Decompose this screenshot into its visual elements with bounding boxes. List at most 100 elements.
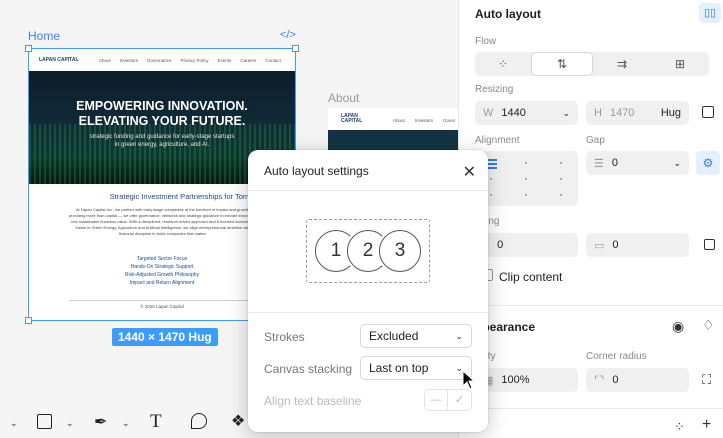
gap-value: 0 [611,157,618,169]
opacity-field[interactable]: ▦ 100% [475,368,578,392]
stacking-preview: 1 2 3 [306,219,430,283]
individual-corners-icon[interactable]: ⛶ [702,372,711,388]
site-nav-links: About Investors Governance Privacy Policy Ev… [99,58,281,63]
align-dot [560,162,562,164]
align-dot [525,162,527,164]
align-dot [525,178,527,180]
auto-layout-toggle-icon[interactable]: ▯▯ [699,3,721,23]
about-nav-link: Gover [443,118,456,123]
padding-vertical-icon: ▭ [594,239,605,252]
footer-divider [69,300,257,301]
pen-tool-icon[interactable]: ✒ [94,412,107,432]
align-text-baseline-label: Align text baseline [264,394,362,408]
alignment-grid[interactable] [475,151,578,206]
advanced-layout-settings-icon[interactable]: ⚙ [696,151,720,175]
height-field[interactable]: H 1470 Hug [586,101,689,125]
visibility-eye-icon[interactable]: ◉ [672,318,684,335]
corner-radius-icon: ⌜⌝ [594,374,605,387]
corner-radius-label: Corner radius [586,351,647,362]
site-nav-link: Investors [119,57,139,63]
opacity-value: 100% [501,374,530,386]
gap-field[interactable]: ☰ 0 ⌄ [586,151,689,175]
move-tool-chevron-icon[interactable]: ⌄ [10,418,18,429]
about-frame-label[interactable]: About [328,91,359,105]
canvas-stacking-value: Last on top [369,361,429,375]
flow-vertical-icon[interactable]: ⇅ [531,52,593,76]
baseline-off-icon[interactable]: — [425,390,449,410]
home-frame-label[interactable]: Home [28,29,60,43]
site-nav-link: Careers [240,57,257,63]
dialog-divider [248,312,488,313]
hero-subtitle-line-2: in green energy, agriculture, and AI. [114,142,210,148]
flow-segmented-control: ⁘ ⇅ ⇉ ⊞ [475,52,709,76]
site-nav-link: Governance [147,57,172,63]
properties-panel: Auto layout ▯▯ Flow ⁘ ⇅ ⇉ ⊞ Resizing W 1… [458,0,723,438]
strokes-value: Excluded [369,329,419,343]
close-icon[interactable]: ✕ [463,162,476,182]
text-tool-icon[interactable]: T [150,411,162,433]
alignment-label: Alignment [475,135,520,146]
align-dot [490,194,492,196]
comment-tool-icon[interactable] [191,413,207,429]
gap-icon: ☰ [594,157,604,170]
flow-grid-icon[interactable]: ⊞ [651,52,709,76]
site-nav-link: Privacy Policy [180,57,209,63]
padding-horizontal-value: 0 [497,239,504,251]
height-prefix: H [594,107,602,119]
site-nav-link: Contact [265,57,281,63]
blend-mode-drop-icon[interactable]: ♢ [702,317,715,334]
code-icon[interactable]: </> [280,29,296,41]
flow-freeform-icon[interactable]: ⁘ [475,52,531,76]
corner-radius-value: 0 [612,374,619,386]
align-dot [560,194,562,196]
corner-radius-field[interactable]: ⌜⌝ 0 [586,368,689,392]
hero-title-line-2: ELEVATING YOUR FUTURE. [78,114,246,128]
frame-tool-icon[interactable] [37,414,52,429]
strokes-label: Strokes [264,330,305,344]
site-nav-link: About [99,57,111,63]
align-baseline-toggle[interactable]: — ✓ [424,389,472,411]
dialog-title: Auto layout settings [264,164,369,178]
auto-layout-title: Auto layout [475,7,541,21]
components-tool-icon[interactable]: ❖ [231,411,245,431]
canvas-stacking-select[interactable]: Last on top ⌄ [360,356,472,380]
flow-horizontal-icon[interactable]: ⇉ [593,52,651,76]
width-chevron-icon[interactable]: ⌄ [562,108,570,119]
chevron-down-icon: ⌄ [455,330,463,341]
pen-tool-chevron-icon[interactable]: ⌄ [122,418,130,429]
padding-vertical-field[interactable]: ▭ 0 [586,233,689,257]
resize-to-fit-icon[interactable] [702,106,714,118]
about-site-logo: LAPAN CAPITAL [341,113,363,124]
resizing-label: Resizing [475,84,514,95]
gap-label: Gap [586,135,605,146]
align-dot [490,178,492,180]
dialog-divider [248,190,488,191]
flow-label: Flow [475,36,497,47]
about-nav-link: Investors [414,118,434,123]
align-dot [560,178,562,180]
intro-paragraph: At Lapan Capital Inc., we partner with e… [69,207,257,236]
individual-padding-icon[interactable] [704,239,715,250]
width-value: 1440 [501,107,526,119]
hero-subtitle-line-1: strategic funding and guidance for early… [89,134,235,140]
height-value: 1470 [609,107,635,119]
gap-chevron-icon[interactable]: ⌄ [673,158,681,169]
site-nav-link: Events [217,57,232,63]
site-navbar: LAPAN CAPITAL About Investors Governance Pr… [29,49,295,71]
canvas-stacking-label: Canvas stacking [264,362,353,376]
about-nav-link: About [393,118,405,123]
padding-horizontal-field[interactable]: ▯ 0 [475,233,578,257]
height-mode: Hug [660,107,681,119]
hero-title-line-1: EMPOWERING INNOVATION. [76,99,248,113]
frame-tool-chevron-icon[interactable]: ⌄ [66,418,74,429]
strokes-select[interactable]: Excluded ⌄ [360,324,472,348]
width-field[interactable]: W 1440 ⌄ [475,101,578,125]
align-dot [525,194,527,196]
fill-styles-grid-icon[interactable]: ⁘ [674,419,685,435]
site-logo: LAPAN CAPITAL [39,56,79,63]
align-top-left-icon[interactable] [487,159,497,161]
add-fill-plus-icon[interactable]: + [702,416,711,434]
about-nav-links: About Investors Gover [393,118,455,123]
baseline-on-check-icon[interactable]: ✓ [448,390,471,410]
resize-handle-bl[interactable] [25,317,32,324]
